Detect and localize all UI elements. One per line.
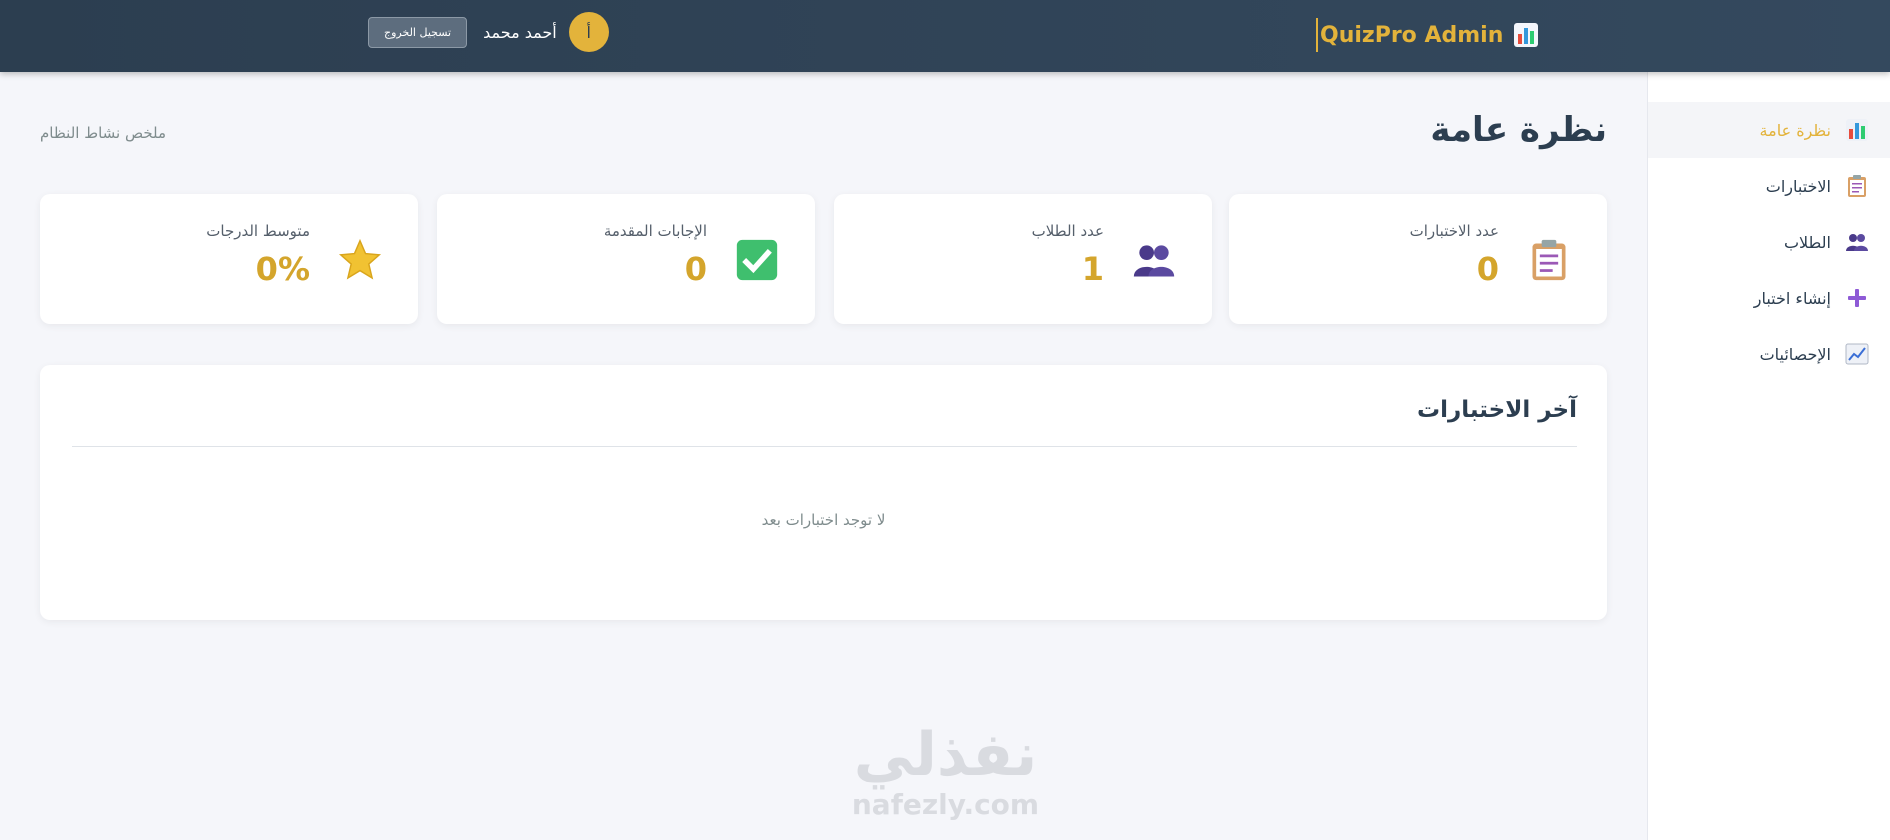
clipboard-icon <box>1848 175 1866 197</box>
watermark-latin: nafezly.com <box>851 788 1040 821</box>
trend-chart-icon <box>1845 343 1869 365</box>
watermark: نفذلي nafezly.com <box>838 720 1053 821</box>
stat-label: الإجابات المقدمة <box>603 222 707 240</box>
stat-label: متوسط الدرجات <box>206 222 310 240</box>
sidebar-item-statistics[interactable]: الإحصائيات <box>1648 326 1890 382</box>
clipboard-icon <box>1532 239 1566 281</box>
sidebar: نظرة عامة الاختبارات الطلاب إنشاء اختبار <box>1647 72 1890 840</box>
sidebar-item-label: الاختبارات <box>1765 176 1831 196</box>
recent-quizzes-title: آخر الاختبارات <box>1416 397 1577 423</box>
bar-chart-icon <box>1846 119 1868 141</box>
recent-quizzes-panel: آخر الاختبارات لا توجد اختبارات بعد <box>40 365 1607 620</box>
stat-card-quizzes[interactable]: عدد الاختبارات 0 <box>1229 194 1607 324</box>
sidebar-item-overview[interactable]: نظرة عامة <box>1648 102 1890 158</box>
users-icon <box>1133 245 1175 277</box>
empty-state-message: لا توجد اختبارات بعد <box>761 511 886 529</box>
sidebar-item-quizzes[interactable]: الاختبارات <box>1648 158 1890 214</box>
sidebar-item-students[interactable]: الطلاب <box>1648 214 1890 270</box>
user-area: تسجيل الخروج أحمد محمد أ <box>368 12 609 52</box>
page-subtitle: ملخص نشاط النظام <box>40 124 167 142</box>
check-box-icon <box>736 239 778 281</box>
top-header: QuizPro Admin تسجيل الخروج أحمد محمد أ <box>0 0 1890 72</box>
watermark-arabic: نفذلي <box>853 720 1038 790</box>
users-icon <box>1846 234 1868 251</box>
stat-label: عدد الطلاب <box>1031 222 1104 240</box>
stat-value: 0 <box>684 250 707 288</box>
star-icon <box>338 238 382 280</box>
logout-button[interactable]: تسجيل الخروج <box>368 16 468 48</box>
stat-card-average[interactable]: متوسط الدرجات 0% <box>40 194 418 324</box>
divider <box>72 446 1577 447</box>
brand[interactable]: QuizPro Admin <box>1316 18 1539 52</box>
sidebar-item-label: نظرة عامة <box>1759 120 1831 140</box>
sidebar-item-label: إنشاء اختبار <box>1753 288 1831 308</box>
stat-value: 1 <box>1081 250 1104 288</box>
stat-label: عدد الاختبارات <box>1409 222 1499 240</box>
user-name: أحمد محمد <box>483 22 557 42</box>
sidebar-item-label: الإحصائيات <box>1759 344 1831 364</box>
stat-card-answers[interactable]: الإجابات المقدمة 0 <box>437 194 815 324</box>
plus-icon <box>1848 289 1866 307</box>
page-title: نظرة عامة <box>1430 110 1607 150</box>
avatar[interactable]: أ <box>568 12 609 52</box>
brand-title: QuizPro Admin <box>1320 22 1504 48</box>
bar-chart-icon <box>1514 23 1539 47</box>
stat-card-students[interactable]: عدد الطلاب 1 <box>834 194 1212 324</box>
sidebar-item-create-quiz[interactable]: إنشاء اختبار <box>1648 270 1890 326</box>
stat-value: 0% <box>255 250 310 288</box>
sidebar-item-label: الطلاب <box>1783 232 1831 252</box>
stat-value: 0 <box>1476 250 1499 288</box>
